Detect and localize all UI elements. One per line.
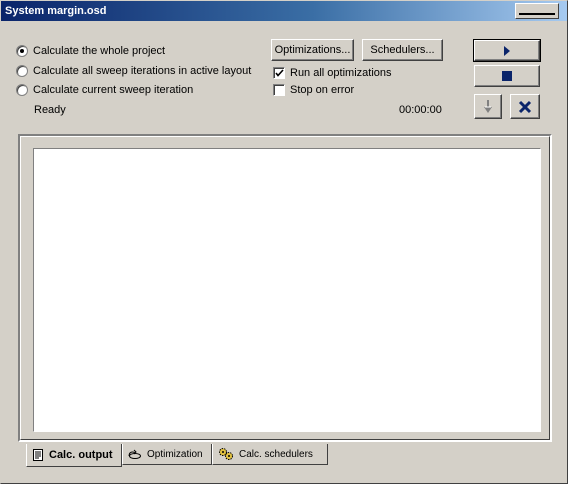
elapsed-time: 00:00:00 (399, 104, 442, 116)
document-icon (32, 449, 44, 461)
down-arrow-icon (484, 99, 492, 113)
radio-label: Calculate all sweep iterations in active… (33, 65, 252, 77)
play-icon (504, 45, 510, 56)
radio-calculate-whole-project[interactable]: Calculate the whole project (16, 43, 165, 59)
run-button[interactable] (473, 39, 541, 62)
calculation-dialog: System margin.osd Calculate the whole pr… (0, 0, 568, 484)
radio-button[interactable] (16, 65, 28, 77)
tab-calc-output[interactable]: Calc. output (26, 444, 122, 467)
checkbox-checked[interactable] (273, 67, 285, 79)
optimization-icon (128, 448, 142, 460)
tab-optimization[interactable]: Optimization (122, 444, 212, 465)
radio-button[interactable] (16, 84, 28, 96)
gears-icon (218, 447, 234, 461)
radio-calculate-current-sweep-iteration[interactable]: Calculate current sweep iteration (16, 82, 193, 98)
minimize-button[interactable] (515, 3, 559, 19)
checkbox-label: Run all optimizations (290, 67, 392, 79)
tab-calc-schedulers[interactable]: Calc. schedulers (212, 444, 328, 465)
checkbox-label: Stop on error (290, 84, 355, 96)
radio-label: Calculate current sweep iteration (33, 84, 194, 96)
schedulers-button[interactable]: Schedulers... (362, 39, 443, 61)
radio-button-checked[interactable] (16, 45, 28, 57)
stop-button[interactable] (474, 65, 540, 87)
close-icon (518, 100, 532, 113)
checkbox-stop-on-error[interactable]: Stop on error (273, 82, 354, 98)
checkbox-run-all-optimizations[interactable]: Run all optimizations (273, 65, 392, 81)
stop-icon (502, 71, 512, 81)
cancel-button[interactable] (510, 94, 540, 119)
radio-calculate-all-sweep-iterations[interactable]: Calculate all sweep iterations in active… (16, 63, 251, 79)
tab-label: Calc. output (49, 449, 113, 461)
calc-output-area[interactable] (33, 148, 541, 432)
checkmark-icon (275, 69, 284, 77)
step-button[interactable] (474, 94, 502, 119)
status-text: Ready (34, 104, 66, 116)
optimizations-button[interactable]: Optimizations... (271, 39, 354, 61)
tab-label: Calc. schedulers (239, 448, 313, 460)
radio-label: Calculate the whole project (33, 45, 166, 57)
checkbox-unchecked[interactable] (273, 84, 285, 96)
output-panel (18, 134, 552, 442)
window-title: System margin.osd (5, 5, 107, 17)
title-bar: System margin.osd (1, 1, 567, 21)
tab-label: Optimization (147, 448, 203, 460)
